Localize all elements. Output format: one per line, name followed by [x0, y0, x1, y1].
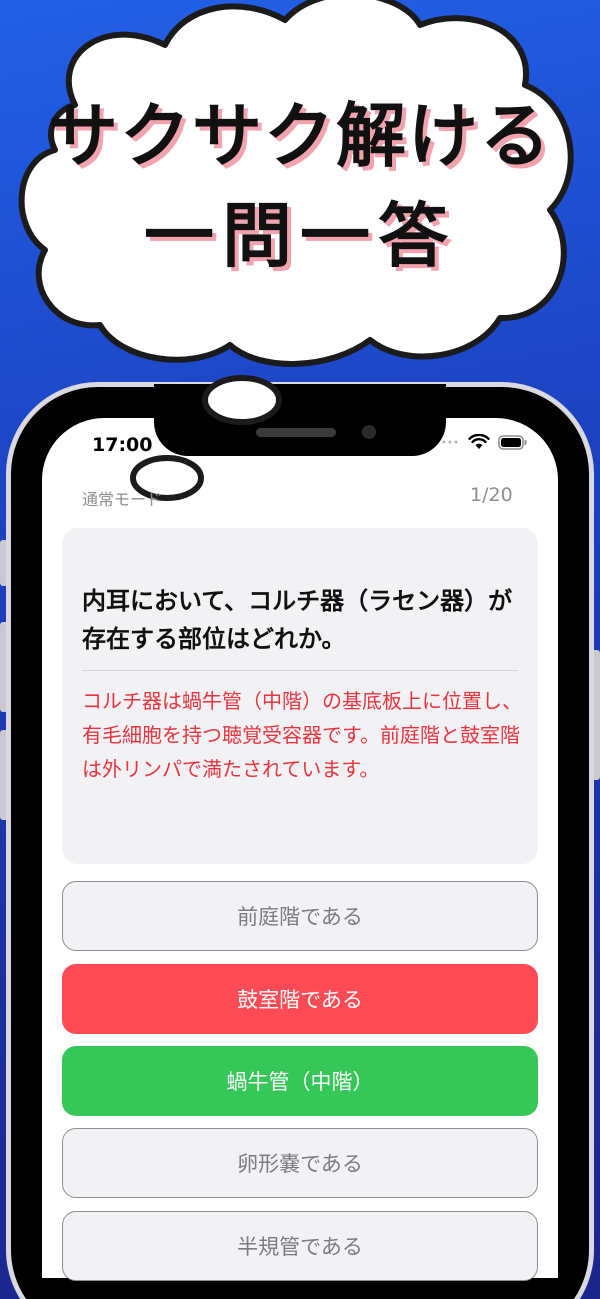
thought-bubble-large: [202, 375, 282, 425]
question-divider: [82, 670, 518, 671]
mode-label: 通常モード: [82, 490, 163, 509]
status-icons: [440, 434, 528, 450]
question-text: 内耳において、コルチ器（ラセン器）が存在する部位はどれか。: [82, 587, 513, 653]
option-button-1[interactable]: 前庭階である: [62, 881, 538, 951]
explanation-text: コルチ器は蝸牛管（中階）の基底板上に位置し、有毛細胞を持つ聴覚受容器です。前庭階…: [82, 689, 522, 781]
notch-camera: [362, 425, 376, 439]
option-button-2[interactable]: 鼓室階である: [62, 964, 538, 1034]
option-label: 蝸牛管（中階）: [226, 1070, 374, 1094]
option-label: 半規管である: [237, 1235, 363, 1259]
signal-icon: [442, 440, 458, 444]
question-counter: 1/20: [470, 484, 513, 506]
option-label: 鼓室階である: [237, 988, 363, 1012]
option-button-4[interactable]: 卵形嚢である: [62, 1128, 538, 1198]
wifi-icon: [468, 434, 490, 449]
option-button-3[interactable]: 蝸牛管（中階）: [62, 1046, 538, 1116]
option-label: 前庭階である: [237, 905, 363, 929]
status-time: 17:00: [92, 434, 153, 456]
headline-line-1: サクサク解ける: [48, 95, 552, 177]
headline-line-2: 一問一答: [144, 195, 456, 277]
option-label: 卵形嚢である: [237, 1152, 363, 1176]
notch-speaker: [256, 428, 336, 437]
battery-icon: [498, 434, 527, 450]
phone-notch: [154, 384, 446, 456]
option-button-5[interactable]: 半規管である: [62, 1211, 538, 1281]
